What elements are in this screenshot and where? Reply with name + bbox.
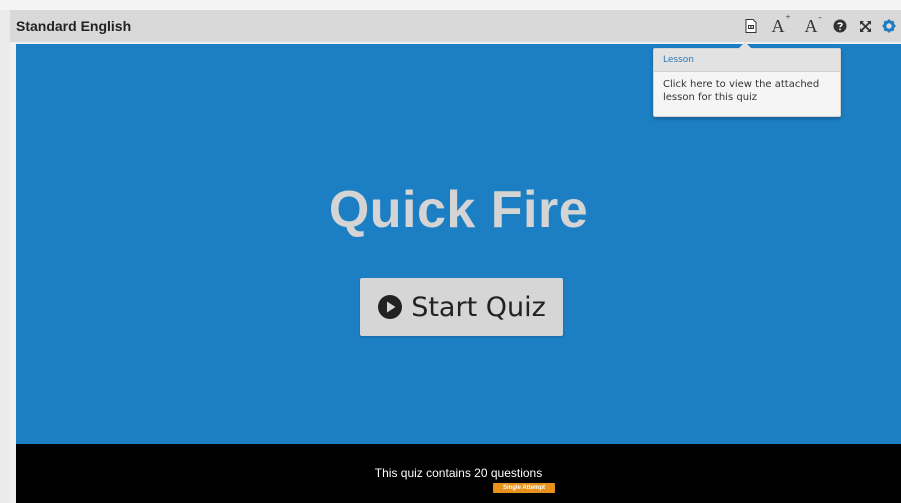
top-strip (0, 0, 901, 10)
toolbar: A+ A- (738, 10, 900, 42)
tooltip-arrow (738, 42, 752, 49)
lesson-icon (745, 19, 757, 33)
tooltip-title: Lesson (654, 49, 840, 72)
gear-icon (882, 19, 896, 33)
font-decrease-icon: A- (804, 12, 822, 37)
font-increase-label: A (771, 15, 785, 36)
attempt-badge: Single Attempt (493, 483, 555, 493)
app-title: Standard English (16, 18, 132, 34)
question-count-text: This quiz contains 20 questions (374, 466, 543, 480)
lesson-tooltip: Lesson Click here to view the attached l… (653, 42, 841, 117)
font-decrease-button[interactable]: A- (798, 10, 828, 42)
settings-button[interactable] (878, 10, 900, 42)
fullscreen-button[interactable] (852, 10, 878, 42)
tooltip-body: Click here to view the attached lesson f… (663, 79, 820, 103)
font-decrease-label: A (804, 15, 818, 36)
quiz-app: Standard English A+ A- Quick Fire Start … (0, 0, 901, 503)
font-decrease-sup: - (818, 11, 822, 22)
title-bar: Standard English A+ A- (10, 10, 901, 42)
left-edge (0, 10, 10, 503)
play-icon (377, 294, 403, 320)
help-button[interactable] (828, 10, 852, 42)
font-increase-sup: + (785, 11, 791, 22)
font-increase-icon: A+ (771, 12, 790, 37)
fullscreen-icon (859, 20, 871, 32)
help-icon (833, 19, 847, 33)
start-quiz-button[interactable]: Start Quiz (360, 278, 563, 336)
quiz-title: Quick Fire (328, 181, 589, 239)
quiz-footer: This quiz contains 20 questions Single A… (16, 444, 901, 503)
start-quiz-label: Start Quiz (411, 291, 546, 323)
font-increase-button[interactable]: A+ (764, 10, 798, 42)
lesson-button[interactable] (738, 10, 764, 42)
